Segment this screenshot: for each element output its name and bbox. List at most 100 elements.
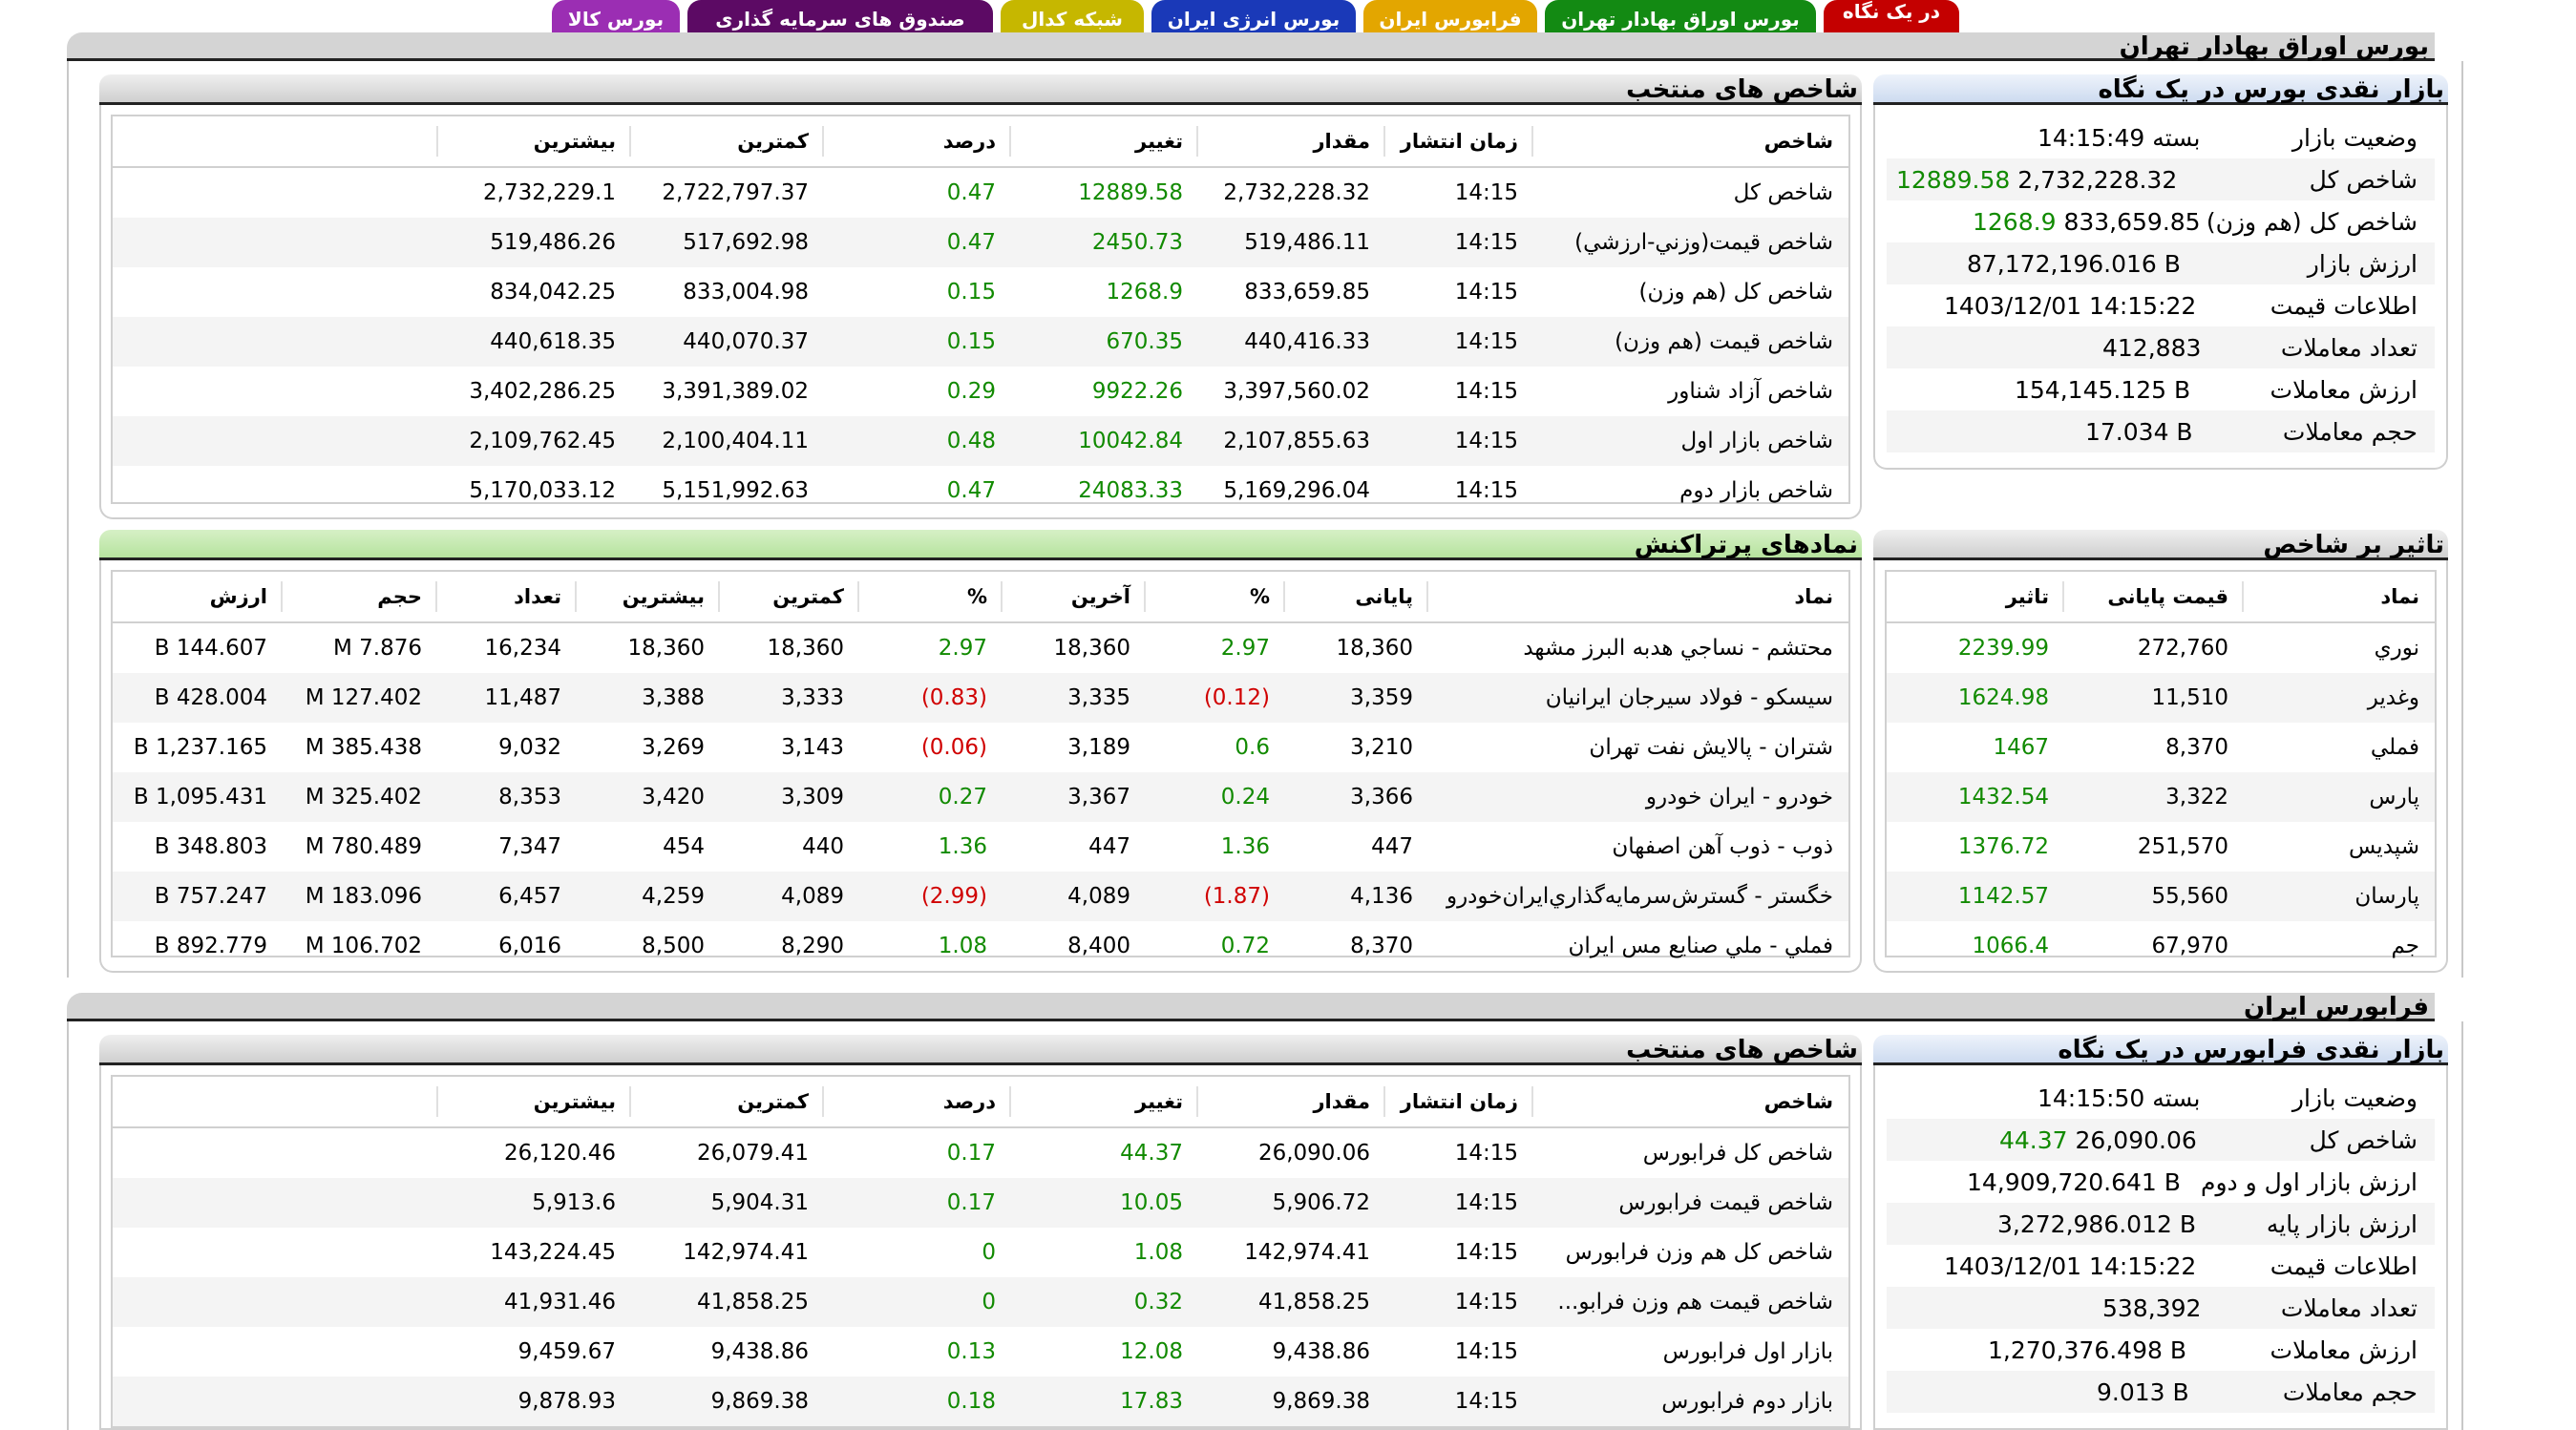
table-row[interactable]: فملي - ملي صنايع مس ايران 8,370 0.72 8,400 1… bbox=[113, 921, 1848, 971]
tab-farabourse[interactable]: فرابورس ایران bbox=[1363, 0, 1537, 34]
column-header[interactable]: تغییر bbox=[1011, 1077, 1198, 1128]
tab-tehran-stock-exchange[interactable]: بورس اوراق بهادار تهران bbox=[1545, 0, 1816, 34]
row-name-cell[interactable]: فملي bbox=[2244, 723, 2435, 772]
table-cell: 3,391,389.02 bbox=[662, 379, 809, 404]
tab-codal-network[interactable]: شبکه کدال bbox=[1001, 0, 1144, 34]
row-name-cell[interactable]: بازار دوم فرابورس bbox=[1533, 1377, 1848, 1426]
table-row[interactable]: خگستر - گسترش‌سرمايه‌گذاري‌ايران‌خودرو 4,… bbox=[113, 872, 1848, 921]
row-name-cell[interactable]: شاخص قيمت(وزني-ارزشي) bbox=[1533, 218, 1848, 267]
table-row[interactable]: شاخص قيمت فرابورس 14:15 5,906.72 10.05 0.17 5… bbox=[113, 1178, 1848, 1228]
table-row[interactable]: وغدير 11,510 1624.98 bbox=[1887, 673, 2435, 723]
column-header[interactable]: کمترین bbox=[631, 1077, 824, 1128]
table-row[interactable]: شپديس 251,570 1376.72 bbox=[1887, 822, 2435, 872]
row-name-cell[interactable]: بازار اول فرابورس bbox=[1533, 1327, 1848, 1377]
table-row[interactable]: نوري 272,760 2239.99 bbox=[1887, 622, 2435, 673]
column-header[interactable]: تعداد bbox=[437, 572, 577, 623]
row-name-cell[interactable]: ذوب - ذوب آهن اصفهان bbox=[1428, 822, 1848, 872]
table-row[interactable]: بازار دوم فرابورس 14:15 9,869.38 17.83 0.18 9… bbox=[113, 1377, 1848, 1426]
table-row[interactable]: شاخص آزاد شناور 14:15 3,397,560.02 9922.26 0… bbox=[113, 367, 1848, 416]
row-name-cell[interactable]: شاخص كل فرابورس bbox=[1533, 1127, 1848, 1178]
table-row: ارزش معاملات 1,270,376.498 B bbox=[1988, 1335, 2418, 1364]
column-header[interactable]: نماد bbox=[1428, 572, 1848, 623]
column-header[interactable]: کمترین bbox=[631, 116, 824, 168]
tab-commodity-exchange[interactable]: بورس کالا bbox=[552, 0, 680, 34]
column-header[interactable]: آخرین bbox=[1003, 572, 1146, 623]
row-name-cell[interactable]: خگستر - گسترش‌سرمايه‌گذاري‌ايران‌خودرو bbox=[1428, 872, 1848, 921]
column-header[interactable]: مقدار bbox=[1198, 1077, 1385, 1128]
column-header[interactable]: شاخص bbox=[1533, 1077, 1848, 1128]
row-name-cell[interactable]: شاخص بازار اول bbox=[1533, 416, 1848, 466]
table-row[interactable]: شاخص كل (هم وزن) 14:15 833,659.85 1268.9 0.1… bbox=[113, 267, 1848, 317]
table-row[interactable]: فملي 8,370 1467 bbox=[1887, 723, 2435, 772]
row-name-cell[interactable]: پارسان bbox=[2244, 872, 2435, 921]
column-header[interactable]: % bbox=[1146, 572, 1285, 623]
table-row[interactable]: شاخص بازار اول 14:15 2,107,855.63 10042.84 0… bbox=[113, 416, 1848, 466]
tab-at-a-glance[interactable]: در یک نگاه bbox=[1824, 0, 1959, 34]
row-name-cell[interactable]: خودرو - ايران خودرو bbox=[1428, 772, 1848, 822]
column-header[interactable]: بیشترین bbox=[438, 1077, 631, 1128]
column-header[interactable]: زمان انتشار bbox=[1385, 116, 1533, 168]
column-header[interactable]: زمان انتشار bbox=[1385, 1077, 1533, 1128]
table-cell: 14:15 bbox=[1385, 416, 1533, 466]
table-row[interactable]: شاخص قيمت(وزني-ارزشي) 14:15 519,486.11 2450… bbox=[113, 218, 1848, 267]
row-name-cell[interactable]: شاخص بازار دوم bbox=[1533, 466, 1848, 515]
column-header[interactable]: قیمت پایانی bbox=[2064, 572, 2244, 623]
column-header[interactable]: بیشترین bbox=[438, 116, 631, 168]
column-header[interactable]: نماد bbox=[2244, 572, 2435, 623]
row-name-cell[interactable]: شاخص قيمت (هم وزن) bbox=[1533, 317, 1848, 367]
table-row[interactable]: سيسكو - فولاد سيرجان ايرانيان 3,359 (0.12)… bbox=[113, 673, 1848, 723]
tab-energy-exchange[interactable]: بورس انرژی ایران bbox=[1151, 0, 1356, 34]
row-name-cell[interactable]: جم bbox=[2244, 921, 2435, 971]
row-name-cell[interactable]: پارس bbox=[2244, 772, 2435, 822]
table-row[interactable]: ذوب - ذوب آهن اصفهان 447 1.36 447 1.36 440 454… bbox=[113, 822, 1848, 872]
table-cell: 4,089 bbox=[1003, 872, 1146, 921]
column-header[interactable]: پایانی bbox=[1285, 572, 1428, 623]
column-header[interactable]: ارزش bbox=[113, 572, 283, 623]
row-name-cell[interactable]: نوري bbox=[2244, 622, 2435, 673]
row-name-cell[interactable]: شاخص كل (هم وزن) bbox=[1533, 267, 1848, 317]
table-cell: 1.08 bbox=[1133, 1240, 1183, 1265]
row-name-cell[interactable]: شاخص آزاد شناور bbox=[1533, 367, 1848, 416]
row-name-cell[interactable]: شپديس bbox=[2244, 822, 2435, 872]
table-row[interactable]: پارسان 55,560 1142.57 bbox=[1887, 872, 2435, 921]
table-cell: 1,237.165 B bbox=[133, 735, 267, 760]
row-name-cell[interactable]: محتشم - نساجي هدبه البرز مشهد bbox=[1428, 622, 1848, 673]
column-header[interactable]: درصد bbox=[824, 1077, 1011, 1128]
column-header[interactable]: تغییر bbox=[1011, 116, 1198, 168]
table-row[interactable]: شاخص كل هم وزن فرابورس 14:15 142,974.41 1.0… bbox=[113, 1228, 1848, 1277]
row-name-cell[interactable]: شاخص كل هم وزن فرابورس bbox=[1533, 1228, 1848, 1277]
table-row[interactable]: بازار اول فرابورس 14:15 9,438.86 12.08 0.13 9… bbox=[113, 1327, 1848, 1377]
column-header[interactable]: بیشترین bbox=[577, 572, 720, 623]
row-name-cell[interactable]: فملي - ملي صنايع مس ايران bbox=[1428, 921, 1848, 971]
tab-investment-funds[interactable]: صندوق های سرمایه گذاری bbox=[687, 0, 993, 34]
table-row[interactable]: شتران - پالايش نفت تهران 3,210 0.6 3,189 (0.… bbox=[113, 723, 1848, 772]
table-cell: 0.15 bbox=[946, 280, 996, 305]
column-header[interactable]: شاخص bbox=[1533, 116, 1848, 168]
column-header[interactable]: درصد bbox=[824, 116, 1011, 168]
table-cell: 5,170,033.12 bbox=[469, 478, 616, 503]
table-row[interactable]: شاخص بازار دوم 14:15 5,169,296.04 24083.33 0… bbox=[113, 466, 1848, 515]
column-header[interactable]: حجم bbox=[283, 572, 437, 623]
table-row[interactable]: شاخص قيمت هم وزن فرابو... 14:15 41,858.25 0… bbox=[113, 1277, 1848, 1327]
table-row[interactable]: پارس 3,322 1432.54 bbox=[1887, 772, 2435, 822]
table-row[interactable]: شاخص كل 14:15 2,732,228.32 12889.58 0.47 2,72… bbox=[113, 167, 1848, 218]
row-name-cell[interactable]: سيسكو - فولاد سيرجان ايرانيان bbox=[1428, 673, 1848, 723]
column-header[interactable]: مقدار bbox=[1198, 116, 1385, 168]
table-row[interactable]: شاخص كل فرابورس 14:15 26,090.06 44.37 0.17 26… bbox=[113, 1127, 1848, 1178]
table-row[interactable]: خودرو - ايران خودرو 3,366 0.24 3,367 0.27 3,3… bbox=[113, 772, 1848, 822]
row-name-cell[interactable]: وغدير bbox=[2244, 673, 2435, 723]
column-header[interactable]: کمترین bbox=[720, 572, 859, 623]
table-row[interactable]: شاخص قيمت (هم وزن) 14:15 440,416.33 670.35 0… bbox=[113, 317, 1848, 367]
table-row[interactable]: محتشم - نساجي هدبه البرز مشهد 18,360 2.97 1… bbox=[113, 622, 1848, 673]
column-header[interactable]: % bbox=[859, 572, 1003, 623]
row-name-cell[interactable]: شاخص قيمت فرابورس bbox=[1533, 1178, 1848, 1228]
table-cell: 14:15 bbox=[1385, 1377, 1533, 1426]
table-cell: 3,210 bbox=[1350, 735, 1413, 760]
column-header[interactable]: تاثیر bbox=[1887, 572, 2064, 623]
row-name-cell[interactable]: شاخص قيمت هم وزن فرابو... bbox=[1533, 1277, 1848, 1327]
table-cell: 1.08 bbox=[938, 934, 987, 958]
row-name-cell[interactable]: شتران - پالايش نفت تهران bbox=[1428, 723, 1848, 772]
table-row[interactable]: جم 67,970 1066.4 bbox=[1887, 921, 2435, 971]
section-frame-left bbox=[67, 61, 69, 978]
row-name-cell[interactable]: شاخص كل bbox=[1533, 167, 1848, 218]
